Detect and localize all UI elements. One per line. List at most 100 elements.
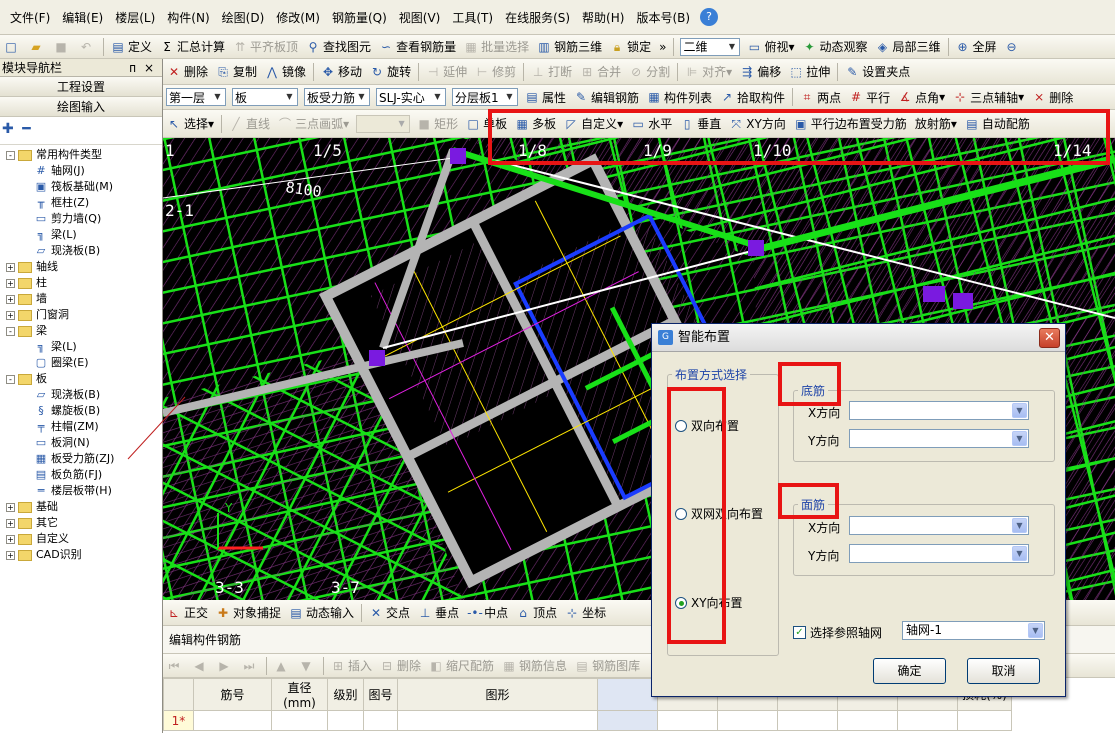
menu-online[interactable]: 在线服务(S) <box>499 9 576 26</box>
tree-item[interactable]: ╥ 框柱(Z) <box>0 195 162 211</box>
menu-view[interactable]: 视图(V) <box>393 9 447 26</box>
name-select[interactable]: SLJ-实心 ▼ <box>376 88 446 106</box>
arc-mode-select[interactable]: ▼ <box>356 114 411 133</box>
tree-item[interactable]: § 螺旋板(B) <box>0 403 162 419</box>
midpoint-button[interactable]: -•- 中点 <box>463 602 512 624</box>
ortho-button[interactable]: ⊾ 正交 <box>163 602 212 624</box>
rotate-button[interactable]: ↻ 旋转 <box>366 61 415 83</box>
tree-item[interactable]: + 基础 <box>0 499 162 515</box>
expand-icon[interactable]: + <box>6 550 15 560</box>
tree-item[interactable]: + 墙 <box>0 291 162 307</box>
last-record-button[interactable]: ⏭ <box>238 655 263 677</box>
layer-select[interactable]: 分层板1 ▼ <box>452 88 518 106</box>
intersect-button[interactable]: ✕ 交点 <box>365 602 414 624</box>
table-cell[interactable] <box>657 710 718 731</box>
fullscreen-button[interactable]: ⊕ 全屏 <box>952 36 1001 58</box>
dynamic-input-button[interactable]: ▤ 动态输入 <box>285 602 358 624</box>
arc-button[interactable]: ⌒ 三点画弧 ▾ <box>274 113 353 135</box>
table-cell[interactable] <box>957 710 1012 731</box>
tree-item[interactable]: ▤ 板负筋(FJ) <box>0 467 162 483</box>
line-button[interactable]: ╱ 直线 <box>225 113 274 135</box>
expand-icon[interactable]: + <box>6 534 15 544</box>
table-row[interactable]: 1* <box>163 710 1012 731</box>
expand-icon[interactable]: + <box>6 502 15 512</box>
pin-icon[interactable]: ᴨ <box>129 59 136 77</box>
define-button[interactable]: ▤ 定义 <box>107 36 156 58</box>
local-3d-button[interactable]: ◈ 局部三维 <box>872 36 945 58</box>
mirror-button[interactable]: ⋀ 镜像 <box>261 61 310 83</box>
move-down-button[interactable]: ▼ <box>295 655 320 677</box>
menu-component[interactable]: 构件(N) <box>161 9 215 26</box>
trim-button[interactable]: ⊢ 修剪 <box>471 61 520 83</box>
menu-rebar-qty[interactable]: 钢筋量(Q) <box>326 9 393 26</box>
tree-item[interactable]: + 轴线 <box>0 259 162 275</box>
merge-button[interactable]: ⊞ 合并 <box>576 61 625 83</box>
tree-item[interactable]: ▣ 筏板基础(M) <box>0 179 162 195</box>
tree-item[interactable]: + 其它 <box>0 515 162 531</box>
ref-axis-select[interactable]: 轴网-1 ▼ <box>902 621 1045 640</box>
prev-record-button[interactable]: ◀ <box>188 655 213 677</box>
menu-file[interactable]: 文件(F) <box>4 9 56 26</box>
type-select[interactable]: 板 ▼ <box>232 88 298 106</box>
align-button[interactable]: ⊫ 对齐 ▾ <box>681 61 736 83</box>
align-top-button[interactable]: ⇈ 平齐板顶 <box>229 36 302 58</box>
table-cell[interactable] <box>397 710 598 731</box>
tree-item[interactable]: ▢ 圈梁(E) <box>0 355 162 371</box>
rebar-info-button[interactable]: ▦ 钢筋信息 <box>498 655 571 677</box>
top-x-select[interactable]: ▼ <box>849 516 1029 535</box>
delete-row-button[interactable]: ⊟ 删除 <box>376 655 425 677</box>
expand-all-icon[interactable]: ✚ <box>2 121 14 137</box>
lock-button[interactable]: 🔒︎ 锁定 <box>606 36 655 58</box>
parallel-button[interactable]: # 平行 <box>845 86 894 108</box>
drawing-input-tab[interactable]: 绘图输入 <box>0 97 162 117</box>
expand-icon[interactable]: + <box>6 294 15 304</box>
component-list-button[interactable]: ▦ 构件列表 <box>643 86 716 108</box>
tree-item[interactable]: -梁 <box>0 323 162 339</box>
project-settings-tab[interactable]: 工程设置 <box>0 77 162 97</box>
expand-icon[interactable]: + <box>6 278 15 288</box>
tree-item[interactable]: + 门窗洞 <box>0 307 162 323</box>
bottom-y-select[interactable]: ▼ <box>849 429 1029 448</box>
delete-aux-button[interactable]: ⨯ 删除 <box>1028 86 1077 108</box>
rect-button[interactable]: ■ 矩形 <box>413 113 462 135</box>
toolbar1-more[interactable]: » <box>655 36 670 58</box>
tree-item[interactable]: + 柱 <box>0 275 162 291</box>
rebar-3d-button[interactable]: ▥ 钢筋三维 <box>533 36 606 58</box>
extend-button[interactable]: ⊣ 延伸 <box>422 61 471 83</box>
offset-button[interactable]: ⇶ 偏移 <box>736 61 785 83</box>
tree-item[interactable]: ▱ 现浇板(B) <box>0 387 162 403</box>
dynamic-view-button[interactable]: ✦ 动态观察 <box>799 36 872 58</box>
vertex-button[interactable]: ⌂ 顶点 <box>512 602 561 624</box>
batch-select-button[interactable]: ▦ 批量选择 <box>460 36 533 58</box>
expand-icon[interactable]: + <box>6 262 15 272</box>
move-button[interactable]: ✥ 移动 <box>317 61 366 83</box>
view-rebar-button[interactable]: ∽ 查看钢筋量 <box>375 36 460 58</box>
perp-button[interactable]: ⊥ 垂点 <box>414 602 463 624</box>
scale-rebar-button[interactable]: ◧ 缩尺配筋 <box>425 655 498 677</box>
tree-item[interactable]: # 轴网(J) <box>0 163 162 179</box>
tree-item[interactable]: + CAD识别 <box>0 547 162 563</box>
table-cell[interactable] <box>271 710 328 731</box>
insert-button[interactable]: ⊞ 插入 <box>327 655 376 677</box>
two-point-button[interactable]: ⌗ 两点 <box>796 86 845 108</box>
tree-item[interactable]: - 常用构件类型 <box>0 147 162 163</box>
expand-icon[interactable]: + <box>6 310 15 320</box>
ref-axis-checkbox[interactable]: ✓ 选择参照轴网 <box>793 624 882 641</box>
new-file-button[interactable]: □ <box>0 36 25 58</box>
sum-calc-button[interactable]: Σ 汇总计算 <box>156 36 229 58</box>
table-cell[interactable] <box>837 710 898 731</box>
tree-item[interactable]: ╗ 梁(L) <box>0 227 162 243</box>
tree-item[interactable]: + 自定义 <box>0 531 162 547</box>
tree-item[interactable]: ▭ 剪力墙(Q) <box>0 211 162 227</box>
undo-button[interactable]: ↶ <box>75 36 100 58</box>
point-angle-button[interactable]: ∡ 点角 ▾ <box>894 86 949 108</box>
expand-icon[interactable]: + <box>6 518 15 528</box>
top-y-select[interactable]: ▼ <box>849 544 1029 563</box>
table-cell[interactable] <box>897 710 958 731</box>
break-button[interactable]: ⊥ 打断 <box>527 61 576 83</box>
tree-item[interactable]: ▭ 板洞(N) <box>0 435 162 451</box>
tree-item[interactable]: ▦ 板受力筋(ZJ) <box>0 451 162 467</box>
table-cell[interactable] <box>193 710 272 731</box>
delete-button[interactable]: ✕ 删除 <box>163 61 212 83</box>
collapse-icon[interactable]: - <box>6 150 15 160</box>
